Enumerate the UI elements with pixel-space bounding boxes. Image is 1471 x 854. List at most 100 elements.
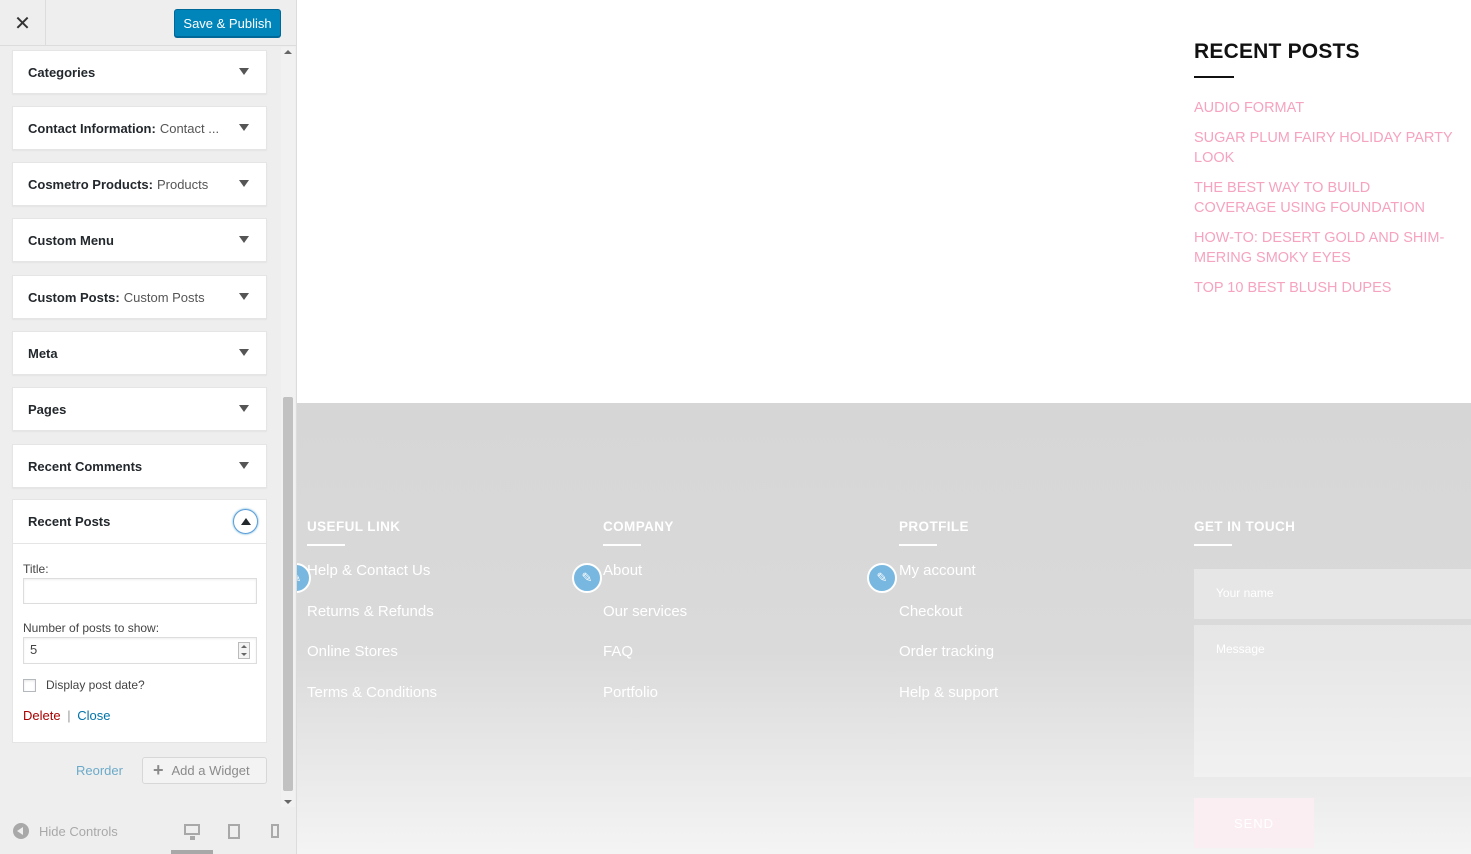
site-preview: RECENT POSTS AUDIO FORMAT SUGAR PLUM FAI… [297, 0, 1471, 854]
display-date-label: Display post date? [46, 678, 145, 692]
scroll-down-arrow-icon[interactable] [284, 800, 292, 804]
display-date-checkbox[interactable] [23, 678, 36, 692]
widget-title: Recent Comments [28, 458, 143, 474]
footer-link[interactable]: Checkout [899, 603, 998, 644]
mobile-preview-icon[interactable] [271, 824, 279, 838]
delete-link[interactable]: Delete [23, 708, 61, 723]
hide-controls-label: Hide Controls [39, 823, 118, 839]
recent-posts-list: AUDIO FORMAT SUGAR PLUM FAIRY HOLIDAY PA… [1194, 98, 1456, 308]
customizer-footer: Hide Controls [0, 807, 296, 854]
close-customizer-button[interactable]: ✕ [0, 0, 46, 46]
save-publish-button[interactable]: Save & Publish [174, 9, 281, 37]
widget-subtitle: Custom Posts [123, 289, 205, 305]
footer-link[interactable]: Terms & Conditions [307, 684, 437, 725]
footer-link[interactable]: Help & Contact Us [307, 562, 437, 603]
widget-actions: Delete | Close [23, 708, 256, 723]
expand-arrow-icon[interactable] [239, 124, 249, 131]
widget-recent-posts-expanded: Recent Posts Title: Number of posts to s… [12, 499, 267, 743]
action-separator: | [67, 708, 71, 723]
expand-arrow-icon[interactable] [239, 180, 249, 187]
edit-shortcut-pencil-icon[interactable]: ✎ [572, 563, 602, 593]
active-device-indicator [171, 850, 213, 854]
contact-message-input[interactable]: Message [1194, 625, 1471, 777]
widget-categories[interactable]: Categories [12, 50, 267, 94]
footer-link[interactable]: Online Stores [307, 643, 437, 684]
hide-controls-button[interactable]: Hide Controls [13, 823, 118, 839]
footer-heading: PROTFILE [899, 519, 969, 534]
add-widget-label: Add a Widget [171, 763, 250, 778]
heading-underline [1194, 76, 1234, 78]
scroll-up-arrow-icon[interactable] [284, 50, 292, 54]
widget-custom-posts[interactable]: Custom Posts: Custom Posts [12, 275, 267, 319]
title-input[interactable] [23, 578, 257, 604]
footer-column-useful-link: USEFUL LINK Help & Contact Us Returns & … [307, 519, 437, 724]
widget-subtitle: Products [156, 176, 209, 192]
footer-column-protfile: PROTFILE My account Checkout Order track… [899, 519, 998, 724]
footer-column-company: COMPANY About Our services FAQ Portfolio [603, 519, 687, 724]
widgets-panel: Categories Contact Information: Contact … [0, 47, 280, 807]
footer-link[interactable]: Help & support [899, 684, 998, 725]
collapse-toggle-button[interactable] [233, 509, 258, 534]
widget-title: Contact Information: [28, 120, 156, 136]
footer-link[interactable]: About [603, 562, 687, 603]
collapse-arrow-icon [13, 823, 29, 839]
heading-underline [1194, 544, 1232, 546]
number-spinner[interactable] [238, 642, 250, 659]
footer-link[interactable]: Returns & Refunds [307, 603, 437, 644]
contact-name-input[interactable]: Your name [1194, 569, 1471, 619]
plus-icon: + [153, 760, 164, 780]
footer-link[interactable]: Our services [603, 603, 687, 644]
widget-recent-posts-header[interactable]: Recent Posts [13, 500, 266, 544]
recent-post-link[interactable]: HOW-TO: DESERT GOLD AND SHIM-MERING SMOK… [1194, 228, 1456, 268]
heading-underline [603, 544, 641, 546]
customizer-sidebar: ✕ Save & Publish Categories Contact Info… [0, 0, 297, 854]
number-posts-input[interactable]: 5 [23, 637, 257, 664]
widget-meta[interactable]: Meta [12, 331, 267, 375]
footer-heading: GET IN TOUCH [1194, 519, 1296, 534]
widget-title: Custom Posts: [28, 289, 120, 305]
footer-link[interactable]: Order tracking [899, 643, 998, 684]
number-posts-label: Number of posts to show: [23, 621, 160, 635]
widget-subtitle: Contact ... [159, 120, 220, 136]
chevron-up-icon [240, 518, 251, 525]
footer-heading: COMPANY [603, 519, 674, 534]
sidebar-scrollbar[interactable] [281, 47, 295, 807]
tablet-preview-icon[interactable] [228, 824, 240, 839]
widget-contact-information[interactable]: Contact Information: Contact ... [12, 106, 267, 150]
widget-pages[interactable]: Pages [12, 387, 267, 431]
expand-arrow-icon[interactable] [239, 405, 249, 412]
recent-posts-heading: RECENT POSTS [1194, 40, 1360, 63]
widget-cosmetro-products[interactable]: Cosmetro Products: Products [12, 162, 267, 206]
expand-arrow-icon[interactable] [239, 68, 249, 75]
widget-custom-menu[interactable]: Custom Menu [12, 218, 267, 262]
reorder-link[interactable]: Reorder [76, 763, 123, 778]
widget-title: Cosmetro Products: [28, 176, 153, 192]
widget-title: Meta [28, 345, 58, 361]
add-widget-button[interactable]: + Add a Widget [142, 757, 267, 784]
desktop-preview-icon[interactable] [184, 824, 200, 840]
widget-title: Recent Posts [28, 514, 111, 529]
close-link[interactable]: Close [77, 708, 110, 723]
footer-link[interactable]: FAQ [603, 643, 687, 684]
recent-post-link[interactable]: THE BEST WAY TO BUILD COVERAGE USING FOU… [1194, 178, 1456, 218]
display-date-option: Display post date? [23, 678, 256, 692]
edit-shortcut-pencil-icon[interactable]: ✎ [867, 563, 897, 593]
expand-arrow-icon[interactable] [239, 349, 249, 356]
footer-column-get-in-touch: GET IN TOUCH [1194, 519, 1295, 546]
widget-recent-comments[interactable]: Recent Comments [12, 444, 267, 488]
scrollbar-thumb[interactable] [283, 397, 293, 791]
widget-title: Custom Menu [28, 232, 114, 248]
heading-underline [307, 544, 345, 546]
expand-arrow-icon[interactable] [239, 462, 249, 469]
recent-post-link[interactable]: SUGAR PLUM FAIRY HOLIDAY PARTY LOOK [1194, 128, 1456, 168]
contact-send-button[interactable]: SEND [1194, 798, 1314, 848]
expand-arrow-icon[interactable] [239, 236, 249, 243]
widget-title: Pages [28, 401, 67, 417]
footer-link[interactable]: My account [899, 562, 998, 603]
widget-title: Categories [28, 64, 96, 80]
recent-post-link[interactable]: TOP 10 BEST BLUSH DUPES [1194, 278, 1456, 298]
expand-arrow-icon[interactable] [239, 293, 249, 300]
recent-post-link[interactable]: AUDIO FORMAT [1194, 98, 1456, 118]
customizer-header: ✕ Save & Publish [0, 0, 296, 46]
footer-link[interactable]: Portfolio [603, 684, 687, 725]
